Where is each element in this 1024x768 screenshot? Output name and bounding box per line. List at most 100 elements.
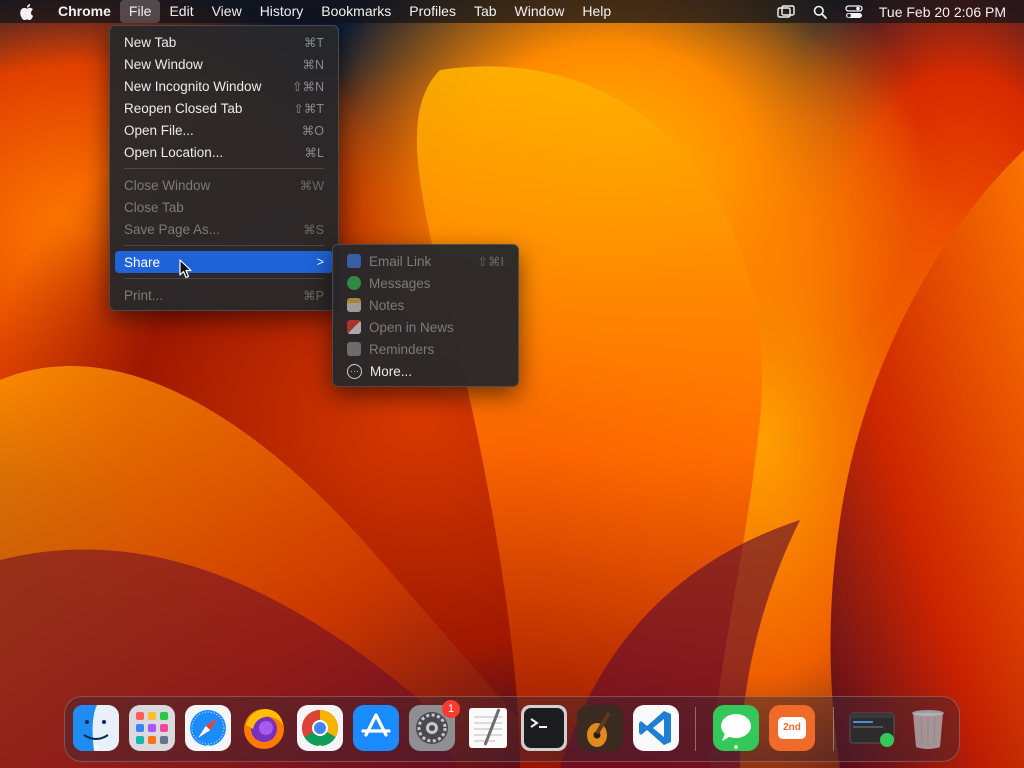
reminders-icon bbox=[347, 342, 361, 356]
dock-vscode[interactable] bbox=[633, 705, 679, 751]
menu-item-reminders[interactable]: Reminders bbox=[338, 338, 513, 360]
menu-item-label: Open in News bbox=[369, 319, 454, 335]
running-indicator bbox=[318, 745, 322, 749]
menu-item-label: Share bbox=[124, 254, 161, 270]
app-store-icon bbox=[353, 705, 399, 751]
menu-help[interactable]: Help bbox=[573, 0, 620, 23]
shortcut-label: ⌘P bbox=[303, 288, 324, 303]
menu-item-label: Reminders bbox=[369, 341, 435, 357]
menu-item-open-location[interactable]: Open Location... ⌘L bbox=[115, 141, 333, 163]
running-indicator bbox=[206, 745, 210, 749]
dock-garageband[interactable] bbox=[577, 705, 623, 751]
menu-item-new-window[interactable]: New Window ⌘N bbox=[115, 53, 333, 75]
menu-item-open-file[interactable]: Open File... ⌘O bbox=[115, 119, 333, 141]
dock-system-settings[interactable]: 1 bbox=[409, 700, 460, 751]
menu-item-label: Close Window bbox=[124, 177, 211, 193]
notification-badge: 1 bbox=[442, 700, 460, 718]
dock-separator bbox=[695, 707, 696, 751]
menu-item-label: Open File... bbox=[124, 122, 194, 138]
menu-separator bbox=[124, 278, 324, 279]
dock-messages[interactable] bbox=[713, 705, 759, 751]
menu-bookmarks[interactable]: Bookmarks bbox=[312, 0, 400, 23]
menu-bar: Chrome File Edit View History Bookmarks … bbox=[0, 0, 1024, 23]
dock-chrome[interactable] bbox=[297, 705, 343, 751]
menu-history[interactable]: History bbox=[251, 0, 313, 23]
shortcut-label: ⌘S bbox=[303, 222, 324, 237]
menu-window[interactable]: Window bbox=[506, 0, 574, 23]
menu-item-new-incognito-window[interactable]: New Incognito Window ⇧⌘N bbox=[115, 75, 333, 97]
window-preview-icon bbox=[849, 712, 895, 747]
firefox-icon bbox=[244, 709, 284, 749]
screen-mirroring-icon[interactable] bbox=[775, 3, 797, 21]
menu-item-more[interactable]: ··· More... bbox=[338, 360, 513, 382]
dock-finder[interactable] bbox=[73, 705, 119, 751]
textedit-icon bbox=[469, 708, 507, 748]
menu-item-label: New Window bbox=[124, 56, 203, 72]
menu-item-label: Open Location... bbox=[124, 144, 224, 160]
dock-separator bbox=[833, 707, 834, 751]
trash-icon bbox=[912, 710, 944, 749]
menubar-clock[interactable]: Tue Feb 20 2:06 PM bbox=[879, 4, 1006, 20]
menu-item-label: Email Link bbox=[369, 253, 432, 269]
shortcut-label: ⇧⌘N bbox=[291, 79, 324, 94]
shortcut-label: ⌘L bbox=[304, 145, 324, 160]
control-center-icon[interactable] bbox=[843, 3, 865, 21]
menu-item-close-window[interactable]: Close Window ⌘W bbox=[115, 174, 333, 196]
dock-trash[interactable] bbox=[905, 705, 951, 751]
dock-window-preview[interactable] bbox=[849, 705, 895, 751]
menu-item-reopen-closed-tab[interactable]: Reopen Closed Tab ⇧⌘T bbox=[115, 97, 333, 119]
menu-profiles[interactable]: Profiles bbox=[400, 0, 465, 23]
menu-file[interactable]: File bbox=[119, 0, 161, 23]
menu-item-label: Save Page As... bbox=[124, 221, 221, 237]
menu-item-share[interactable]: Share > bbox=[115, 251, 333, 273]
dock-terminal[interactable] bbox=[521, 705, 567, 751]
shortcut-label: ⌘N bbox=[302, 57, 324, 72]
menu-item-open-in-news[interactable]: Open in News bbox=[338, 316, 513, 338]
search-icon[interactable] bbox=[809, 3, 831, 21]
garageband-icon bbox=[577, 705, 623, 751]
share-submenu: Email Link ⇧⌘I Messages Notes Open in Ne… bbox=[332, 244, 519, 387]
apple-logo-icon[interactable] bbox=[18, 3, 36, 20]
menu-item-label: New Tab bbox=[124, 34, 177, 50]
second-icon: 2nd bbox=[778, 717, 806, 739]
file-menu-dropdown: New Tab ⌘T New Window ⌘N New Incognito W… bbox=[109, 25, 339, 311]
dock-firefox[interactable] bbox=[241, 705, 287, 751]
dock-textedit[interactable] bbox=[465, 705, 511, 751]
vscode-icon bbox=[633, 705, 679, 751]
mouse-cursor-icon bbox=[179, 259, 193, 284]
more-icon: ··· bbox=[347, 363, 362, 379]
chevron-right-icon: > bbox=[316, 255, 324, 269]
menu-item-label: Messages bbox=[369, 275, 431, 291]
menu-item-notes[interactable]: Notes bbox=[338, 294, 513, 316]
menu-item-new-tab[interactable]: New Tab ⌘T bbox=[115, 31, 333, 53]
news-icon bbox=[347, 320, 361, 334]
running-indicator bbox=[94, 745, 98, 749]
menu-separator bbox=[124, 245, 324, 246]
dock-second-app[interactable]: 2nd bbox=[769, 705, 815, 751]
shortcut-label: ⇧⌘I bbox=[477, 254, 504, 269]
shortcut-label: ⌘W bbox=[299, 178, 324, 193]
menu-app-chrome[interactable]: Chrome bbox=[49, 0, 120, 23]
menu-item-label: Reopen Closed Tab bbox=[124, 100, 243, 116]
menu-item-save-page-as[interactable]: Save Page As... ⌘S bbox=[115, 218, 333, 240]
menu-item-email-link[interactable]: Email Link ⇧⌘I bbox=[338, 250, 513, 272]
dock-app-store[interactable] bbox=[353, 705, 399, 751]
menu-edit[interactable]: Edit bbox=[160, 0, 202, 23]
dock-safari[interactable] bbox=[185, 705, 231, 751]
menu-view[interactable]: View bbox=[203, 0, 251, 23]
dock-launchpad[interactable] bbox=[129, 705, 175, 751]
dock: 1 2nd bbox=[64, 696, 960, 762]
menu-tab[interactable]: Tab bbox=[465, 0, 506, 23]
shortcut-label: ⇧⌘T bbox=[293, 101, 324, 116]
terminal-icon bbox=[521, 705, 567, 751]
menu-item-print[interactable]: Print... ⌘P bbox=[115, 284, 333, 306]
mail-icon bbox=[347, 254, 361, 268]
running-indicator bbox=[734, 745, 738, 749]
notes-icon bbox=[347, 298, 361, 312]
messages-icon bbox=[347, 276, 361, 290]
menu-item-label: More... bbox=[370, 363, 413, 379]
status-area: Tue Feb 20 2:06 PM bbox=[769, 3, 1024, 21]
menu-item-close-tab[interactable]: Close Tab bbox=[115, 196, 333, 218]
menu-item-messages[interactable]: Messages bbox=[338, 272, 513, 294]
menu-separator bbox=[124, 168, 324, 169]
